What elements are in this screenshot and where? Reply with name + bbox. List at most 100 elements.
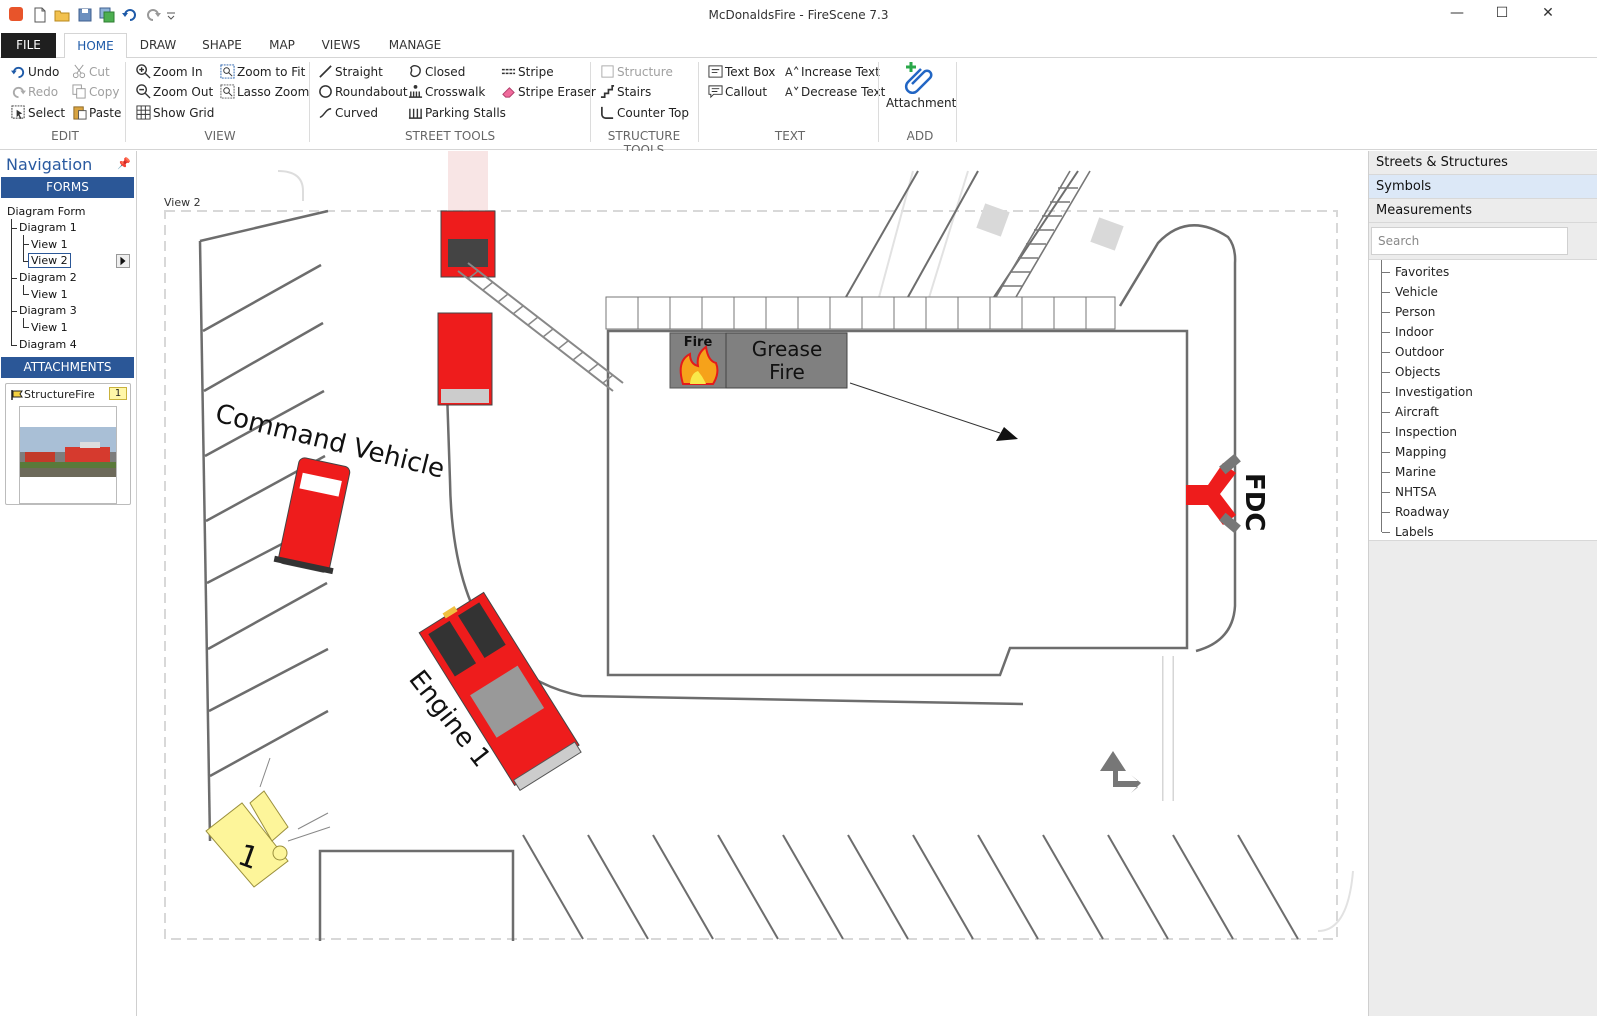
tree-diagram-2[interactable]: Diagram 2 (19, 271, 77, 284)
tab-shape[interactable]: SHAPE (192, 33, 252, 58)
attachment-card[interactable]: StructureFire 1 (5, 383, 131, 505)
category-marine[interactable]: Marine (1382, 465, 1436, 479)
lasso-zoom-icon (220, 84, 235, 99)
close-button[interactable]: ✕ (1533, 5, 1563, 25)
scene-drawing[interactable]: Fire Grease Fire FDC Command Vehicle Eng… (138, 151, 1367, 1016)
zoom-to-fit-button[interactable]: Zoom to Fit (220, 63, 305, 81)
stripe-button[interactable]: Stripe (501, 63, 554, 81)
view-group-label: VIEW (204, 129, 236, 143)
parking-curb-top (199, 209, 329, 243)
zoom-in-button[interactable]: Zoom In (136, 63, 203, 81)
lasso-zoom-label: Lasso Zoom (237, 85, 310, 99)
measurements-header[interactable]: Measurements (1369, 199, 1597, 223)
svg-text:A: A (785, 86, 793, 99)
crosswalk-button[interactable]: Crosswalk (408, 83, 485, 101)
straight-button[interactable]: Straight (318, 63, 383, 81)
closed-button[interactable]: Closed (408, 63, 465, 81)
minimize-button[interactable]: — (1442, 5, 1472, 25)
paperclip-icon (904, 62, 933, 94)
category-person[interactable]: Person (1381, 305, 1435, 319)
tab-draw[interactable]: DRAW (132, 33, 184, 58)
tab-manage[interactable]: MANAGE (376, 33, 454, 58)
cut-button[interactable]: Cut (72, 63, 110, 81)
select-button[interactable]: Select (11, 104, 65, 122)
stripe-eraser-button[interactable]: Stripe Eraser (501, 83, 596, 101)
attachment-name: StructureFire (24, 388, 95, 401)
category-indoor[interactable]: Indoor (1381, 325, 1433, 339)
decrease-text-button[interactable]: A Decrease Text (784, 83, 885, 101)
forms-header[interactable]: FORMS (1, 177, 134, 198)
tree-diagram-form[interactable]: Diagram Form (7, 205, 85, 218)
counter-top-button[interactable]: Counter Top (600, 104, 689, 122)
diagram-canvas[interactable]: View 2 Fire Grease Fire FDC Command Vehi… (138, 151, 1367, 1016)
u-turn-icon (976, 203, 1010, 237)
group-separator (125, 62, 126, 142)
tree-d2-view-1[interactable]: View 1 (31, 288, 68, 301)
tree-diagram-3[interactable]: Diagram 3 (19, 304, 77, 317)
zoom-out-icon (136, 84, 151, 99)
attachment-count-badge: 1 (109, 387, 127, 400)
category-outdoor[interactable]: Outdoor (1382, 345, 1444, 359)
attachment-thumbnail[interactable] (19, 406, 117, 504)
stairs-button[interactable]: Stairs (600, 83, 651, 101)
structure-icon (601, 65, 614, 78)
tab-views[interactable]: VIEWS (313, 33, 369, 58)
zoom-out-button[interactable]: Zoom Out (136, 83, 213, 101)
tree-d3-view-1[interactable]: View 1 (31, 321, 68, 334)
increase-text-button[interactable]: A Increase Text (784, 63, 880, 81)
tree-connector (11, 311, 17, 312)
undo-button[interactable]: Undo (11, 63, 59, 81)
paste-button[interactable]: Paste (72, 104, 121, 122)
tab-file[interactable]: FILE (1, 33, 56, 58)
parking-stalls-button[interactable]: Parking Stalls (408, 104, 506, 122)
redo-icon (12, 86, 26, 99)
expand-arrow-icon[interactable] (116, 254, 130, 268)
text-box-button[interactable]: Text Box (708, 63, 775, 81)
redo-button[interactable]: Redo (11, 83, 58, 101)
structure-button[interactable]: Structure (600, 63, 673, 81)
increase-text-icon: A (785, 65, 799, 79)
attachment-button[interactable]: Attachment (886, 60, 956, 118)
symbol-category-list: Favorites Vehicle Person Indoor Outdoor … (1369, 259, 1597, 541)
increase-text-label: Increase Text (801, 65, 880, 79)
callout-label: Callout (725, 85, 768, 99)
category-favorites[interactable]: Favorites (1381, 265, 1449, 279)
numbered-marker (205, 757, 331, 888)
tree-d1-view-1[interactable]: View 1 (31, 238, 68, 251)
copy-button[interactable]: Copy (72, 83, 119, 101)
group-separator (309, 62, 310, 142)
lasso-zoom-button[interactable]: Lasso Zoom (220, 83, 309, 101)
maximize-button[interactable]: ☐ (1487, 5, 1517, 25)
tree-diagram-1[interactable]: Diagram 1 (19, 221, 77, 234)
tab-home[interactable]: HOME (64, 33, 127, 59)
tree-connector (23, 244, 29, 245)
ribbon-tabs: FILE HOME DRAW SHAPE MAP VIEWS MANAGE (0, 31, 1597, 59)
category-mapping[interactable]: Mapping (1382, 445, 1447, 459)
attachments-header[interactable]: ATTACHMENTS (1, 357, 134, 378)
category-aircraft[interactable]: Aircraft (1382, 405, 1439, 419)
category-vehicle[interactable]: Vehicle (1382, 285, 1438, 299)
pin-icon[interactable]: 📌 (117, 157, 131, 170)
category-labels[interactable]: Labels (1382, 525, 1434, 539)
tree-d1-view-2-selected[interactable]: View 2 (28, 253, 71, 268)
category-investigation[interactable]: Investigation (1382, 385, 1473, 399)
navigation-title: Navigation (6, 155, 93, 174)
callout-button[interactable]: Callout (708, 83, 767, 101)
category-objects[interactable]: Objects (1381, 365, 1440, 379)
symbol-search-input[interactable]: Search (1371, 227, 1568, 255)
streets-structures-header[interactable]: Streets & Structures (1369, 151, 1597, 175)
u-turn-icon (1090, 217, 1124, 251)
bottom-structure (318, 849, 515, 941)
category-roadway[interactable]: Roadway (1381, 505, 1449, 519)
parking-stalls-icon (408, 108, 423, 119)
roundabout-button[interactable]: Roundabout (318, 83, 408, 101)
tree-connector (23, 318, 24, 327)
show-grid-button[interactable]: Show Grid (136, 104, 214, 122)
curved-button[interactable]: Curved (318, 104, 378, 122)
tab-map[interactable]: MAP (258, 33, 306, 58)
category-nhtsa[interactable]: NHTSA (1381, 485, 1436, 499)
symbols-header[interactable]: Symbols (1369, 175, 1597, 199)
tree-diagram-4[interactable]: Diagram 4 (19, 338, 77, 351)
cut-label: Cut (89, 65, 110, 79)
category-inspection[interactable]: Inspection (1382, 425, 1457, 439)
